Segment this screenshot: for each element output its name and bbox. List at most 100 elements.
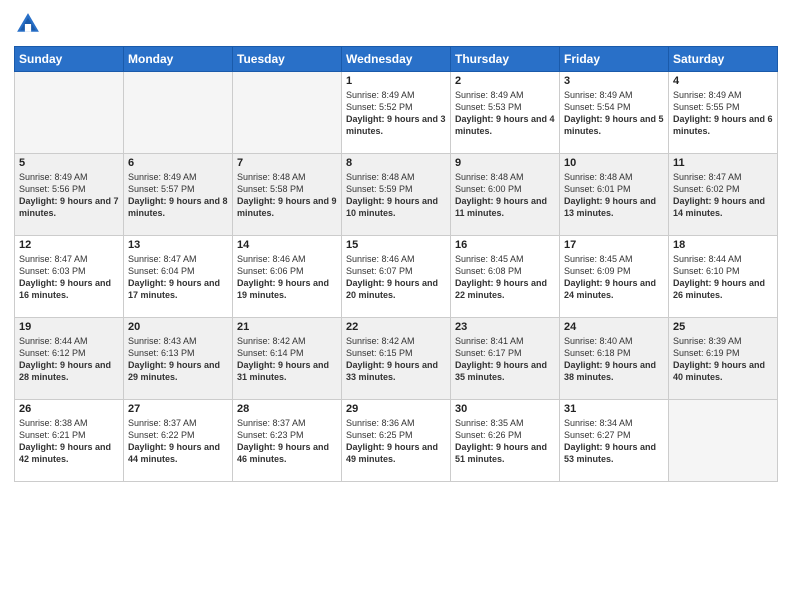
day-number: 17 [564, 239, 664, 251]
weekday-header-thursday: Thursday [451, 47, 560, 72]
calendar-week-row: 26 Sunrise: 8:38 AMSunset: 6:21 PMDayligh… [15, 400, 778, 482]
day-number: 16 [455, 239, 555, 251]
calendar-cell: 31 Sunrise: 8:34 AMSunset: 6:27 PMDayligh… [560, 400, 669, 482]
calendar-cell: 2 Sunrise: 8:49 AMSunset: 5:53 PMDaylight… [451, 72, 560, 154]
day-number: 4 [673, 75, 773, 87]
cell-info: Sunrise: 8:39 AMSunset: 6:19 PMDaylight:… [673, 335, 773, 384]
cell-info: Sunrise: 8:49 AMSunset: 5:55 PMDaylight:… [673, 89, 773, 138]
weekday-header-row: SundayMondayTuesdayWednesdayThursdayFrid… [15, 47, 778, 72]
calendar-cell: 21 Sunrise: 8:42 AMSunset: 6:14 PMDayligh… [233, 318, 342, 400]
weekday-header-friday: Friday [560, 47, 669, 72]
cell-info: Sunrise: 8:38 AMSunset: 6:21 PMDaylight:… [19, 417, 119, 466]
calendar-cell: 10 Sunrise: 8:48 AMSunset: 6:01 PMDayligh… [560, 154, 669, 236]
day-number: 30 [455, 403, 555, 415]
calendar-week-row: 1 Sunrise: 8:49 AMSunset: 5:52 PMDaylight… [15, 72, 778, 154]
cell-info: Sunrise: 8:42 AMSunset: 6:14 PMDaylight:… [237, 335, 337, 384]
day-number: 15 [346, 239, 446, 251]
cell-info: Sunrise: 8:46 AMSunset: 6:07 PMDaylight:… [346, 253, 446, 302]
cell-info: Sunrise: 8:40 AMSunset: 6:18 PMDaylight:… [564, 335, 664, 384]
cell-info: Sunrise: 8:44 AMSunset: 6:12 PMDaylight:… [19, 335, 119, 384]
cell-info: Sunrise: 8:37 AMSunset: 6:23 PMDaylight:… [237, 417, 337, 466]
weekday-header-saturday: Saturday [669, 47, 778, 72]
day-number: 9 [455, 157, 555, 169]
calendar-cell: 14Sunrise: 8:46 AMSunset: 6:06 PMDayligh… [233, 236, 342, 318]
calendar-cell: 27 Sunrise: 8:37 AMSunset: 6:22 PMDayligh… [124, 400, 233, 482]
calendar-cell: 3Sunrise: 8:49 AMSunset: 5:54 PMDaylight… [560, 72, 669, 154]
weekday-header-monday: Monday [124, 47, 233, 72]
calendar-week-row: 19 Sunrise: 8:44 AMSunset: 6:12 PMDayligh… [15, 318, 778, 400]
calendar-cell: 13 Sunrise: 8:47 AMSunset: 6:04 PMDayligh… [124, 236, 233, 318]
calendar-cell: 9 Sunrise: 8:48 AMSunset: 6:00 PMDaylight… [451, 154, 560, 236]
day-number: 3 [564, 75, 664, 87]
day-number: 1 [346, 75, 446, 87]
calendar-cell: 24Sunrise: 8:40 AMSunset: 6:18 PMDayligh… [560, 318, 669, 400]
calendar-cell: 8 Sunrise: 8:48 AMSunset: 5:59 PMDaylight… [342, 154, 451, 236]
calendar-cell: 23 Sunrise: 8:41 AMSunset: 6:17 PMDayligh… [451, 318, 560, 400]
page: SundayMondayTuesdayWednesdayThursdayFrid… [0, 0, 792, 612]
calendar-week-row: 5 Sunrise: 8:49 AMSunset: 5:56 PMDaylight… [15, 154, 778, 236]
cell-info: Sunrise: 8:36 AMSunset: 6:25 PMDaylight:… [346, 417, 446, 466]
calendar-cell: 6 Sunrise: 8:49 AMSunset: 5:57 PMDaylight… [124, 154, 233, 236]
cell-info: Sunrise: 8:48 AMSunset: 6:00 PMDaylight:… [455, 171, 555, 220]
day-number: 23 [455, 321, 555, 333]
cell-info: Sunrise: 8:44 AMSunset: 6:10 PMDaylight:… [673, 253, 773, 302]
day-number: 5 [19, 157, 119, 169]
calendar-cell: 7 Sunrise: 8:48 AMSunset: 5:58 PMDaylight… [233, 154, 342, 236]
calendar-table: SundayMondayTuesdayWednesdayThursdayFrid… [14, 46, 778, 482]
day-number: 25 [673, 321, 773, 333]
calendar-cell: 26 Sunrise: 8:38 AMSunset: 6:21 PMDayligh… [15, 400, 124, 482]
cell-info: Sunrise: 8:43 AMSunset: 6:13 PMDaylight:… [128, 335, 228, 384]
cell-info: Sunrise: 8:47 AMSunset: 6:04 PMDaylight:… [128, 253, 228, 302]
cell-info: Sunrise: 8:48 AMSunset: 5:59 PMDaylight:… [346, 171, 446, 220]
day-number: 29 [346, 403, 446, 415]
day-number: 12 [19, 239, 119, 251]
day-number: 20 [128, 321, 228, 333]
calendar-cell [669, 400, 778, 482]
calendar-cell [15, 72, 124, 154]
calendar-cell: 19 Sunrise: 8:44 AMSunset: 6:12 PMDayligh… [15, 318, 124, 400]
day-number: 10 [564, 157, 664, 169]
cell-info: Sunrise: 8:49 AMSunset: 5:57 PMDaylight:… [128, 171, 228, 220]
calendar-cell: 22Sunrise: 8:42 AMSunset: 6:15 PMDayligh… [342, 318, 451, 400]
calendar-cell [124, 72, 233, 154]
cell-info: Sunrise: 8:34 AMSunset: 6:27 PMDaylight:… [564, 417, 664, 466]
cell-info: Sunrise: 8:45 AMSunset: 6:08 PMDaylight:… [455, 253, 555, 302]
cell-info: Sunrise: 8:49 AMSunset: 5:53 PMDaylight:… [455, 89, 555, 138]
calendar-cell: 29 Sunrise: 8:36 AMSunset: 6:25 PMDayligh… [342, 400, 451, 482]
day-number: 21 [237, 321, 337, 333]
cell-info: Sunrise: 8:48 AMSunset: 6:01 PMDaylight:… [564, 171, 664, 220]
calendar-week-row: 12 Sunrise: 8:47 AMSunset: 6:03 PMDayligh… [15, 236, 778, 318]
logo-icon [14, 10, 42, 38]
day-number: 8 [346, 157, 446, 169]
day-number: 7 [237, 157, 337, 169]
cell-info: Sunrise: 8:49 AMSunset: 5:52 PMDaylight:… [346, 89, 446, 138]
cell-info: Sunrise: 8:49 AMSunset: 5:56 PMDaylight:… [19, 171, 119, 220]
day-number: 26 [19, 403, 119, 415]
weekday-header-wednesday: Wednesday [342, 47, 451, 72]
day-number: 2 [455, 75, 555, 87]
cell-info: Sunrise: 8:41 AMSunset: 6:17 PMDaylight:… [455, 335, 555, 384]
cell-info: Sunrise: 8:46 AMSunset: 6:06 PMDaylight:… [237, 253, 337, 302]
day-number: 13 [128, 239, 228, 251]
day-number: 31 [564, 403, 664, 415]
weekday-header-sunday: Sunday [15, 47, 124, 72]
cell-info: Sunrise: 8:37 AMSunset: 6:22 PMDaylight:… [128, 417, 228, 466]
day-number: 27 [128, 403, 228, 415]
cell-info: Sunrise: 8:47 AMSunset: 6:02 PMDaylight:… [673, 171, 773, 220]
cell-info: Sunrise: 8:48 AMSunset: 5:58 PMDaylight:… [237, 171, 337, 220]
day-number: 6 [128, 157, 228, 169]
day-number: 11 [673, 157, 773, 169]
calendar-cell: 15 Sunrise: 8:46 AMSunset: 6:07 PMDayligh… [342, 236, 451, 318]
cell-info: Sunrise: 8:35 AMSunset: 6:26 PMDaylight:… [455, 417, 555, 466]
calendar-cell: 16 Sunrise: 8:45 AMSunset: 6:08 PMDayligh… [451, 236, 560, 318]
day-number: 19 [19, 321, 119, 333]
calendar-cell: 12 Sunrise: 8:47 AMSunset: 6:03 PMDayligh… [15, 236, 124, 318]
cell-info: Sunrise: 8:47 AMSunset: 6:03 PMDaylight:… [19, 253, 119, 302]
calendar-cell: 28Sunrise: 8:37 AMSunset: 6:23 PMDayligh… [233, 400, 342, 482]
calendar-cell: 4 Sunrise: 8:49 AMSunset: 5:55 PMDaylight… [669, 72, 778, 154]
calendar-cell: 1 Sunrise: 8:49 AMSunset: 5:52 PMDaylight… [342, 72, 451, 154]
weekday-header-tuesday: Tuesday [233, 47, 342, 72]
logo [14, 10, 46, 38]
day-number: 22 [346, 321, 446, 333]
calendar-cell: 20 Sunrise: 8:43 AMSunset: 6:13 PMDayligh… [124, 318, 233, 400]
